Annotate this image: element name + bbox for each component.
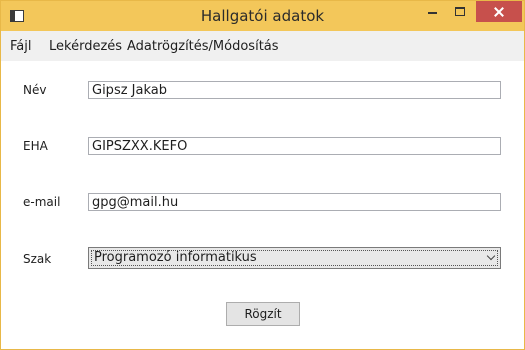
email-label: e-mail — [23, 195, 61, 209]
menu-item-lekerdezes[interactable]: Lekérdezés — [49, 39, 122, 54]
maximize-button[interactable] — [447, 1, 473, 22]
title-bar[interactable]: Hallgatói adatok — [1, 1, 524, 31]
save-button[interactable]: Rögzít — [226, 302, 300, 326]
name-field[interactable] — [88, 81, 501, 99]
close-button[interactable] — [476, 1, 522, 22]
window-title: Hallgatói adatok — [200, 7, 325, 25]
name-label: Név — [23, 83, 47, 97]
menu-bar: Fájl Lekérdezés Adatrögzítés/Módosítás — [1, 31, 524, 61]
main-window: Hallgatói adatok Fájl Lekérdezés Adatrög… — [0, 0, 525, 350]
menu-item-fajl[interactable]: Fájl — [10, 39, 31, 54]
menu-item-adatrogzites[interactable]: Adatrögzítés/Módosítás — [127, 39, 279, 54]
szak-selected-value: Programozó informatikus — [94, 250, 257, 265]
eha-label: EHA — [23, 139, 48, 153]
szak-select[interactable]: Programozó informatikus — [88, 247, 501, 269]
email-field[interactable] — [88, 193, 501, 211]
minimize-button[interactable] — [419, 1, 445, 22]
szak-label: Szak — [23, 252, 52, 266]
eha-field[interactable] — [88, 137, 501, 155]
